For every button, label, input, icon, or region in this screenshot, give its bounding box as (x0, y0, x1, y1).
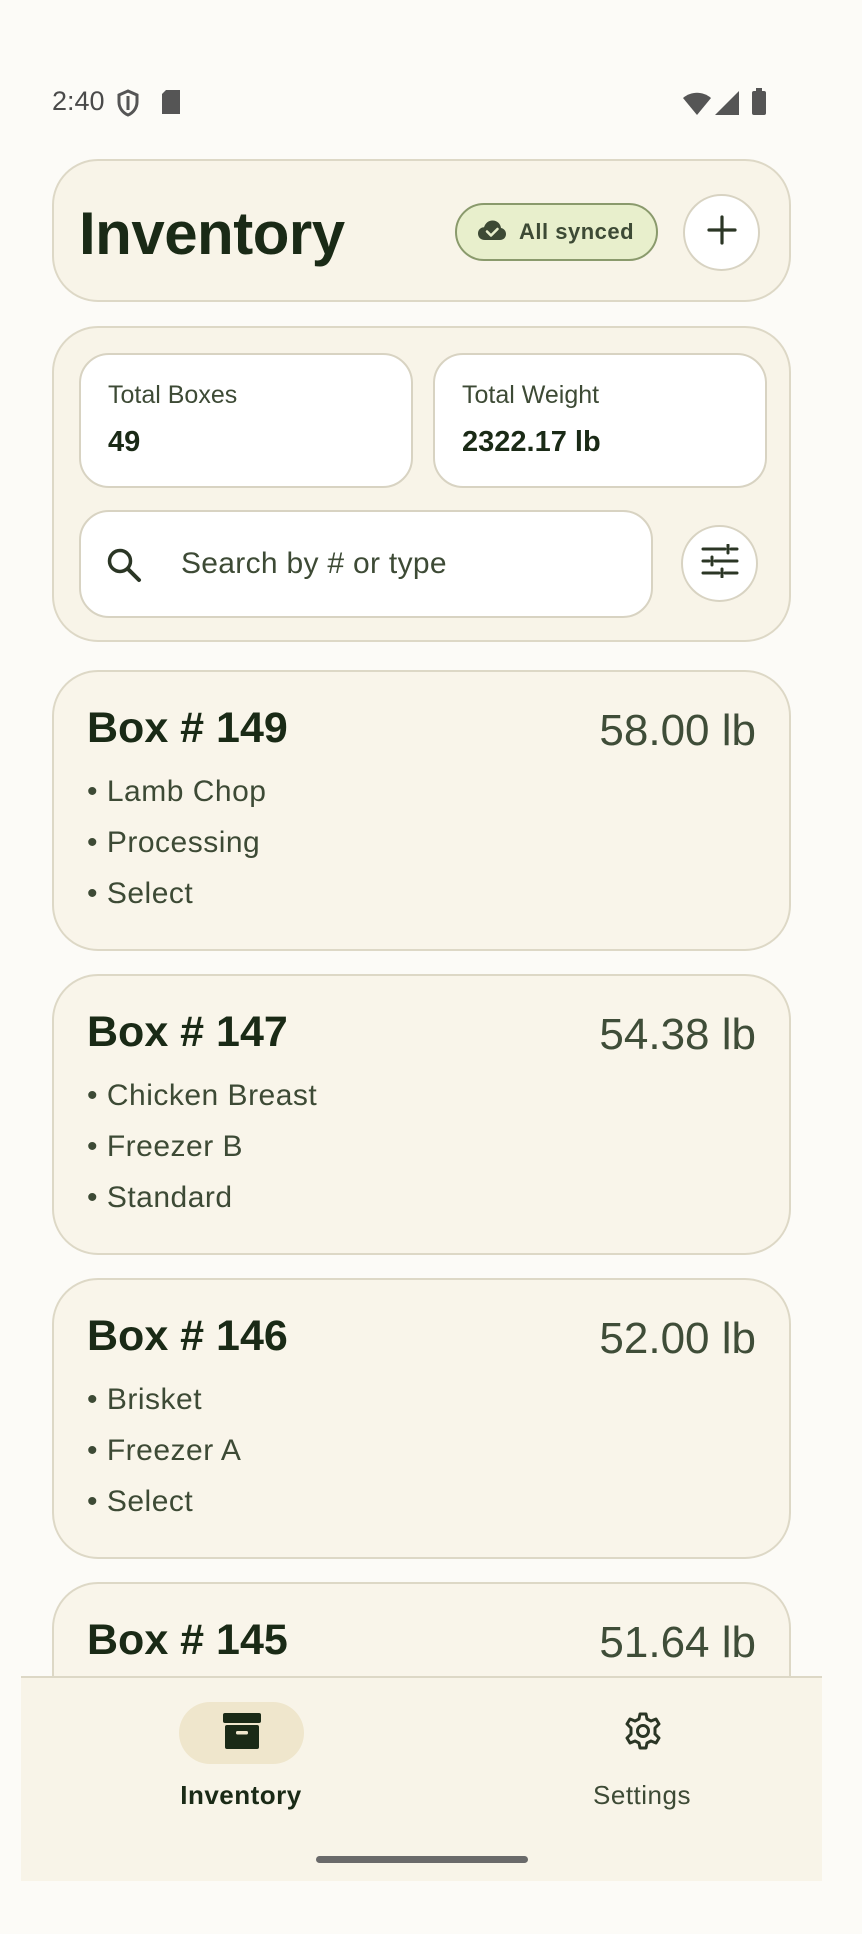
total-weight-stat: Total Weight 2322.17 lb (433, 353, 767, 488)
box-weight: 52.00 lb (599, 1314, 756, 1363)
sync-status-label: All synced (519, 219, 635, 244)
total-weight-value: 2322.17 lb (462, 426, 601, 458)
box-card[interactable]: Box # 147 54.38 lb • Chicken Breast • Fr… (52, 974, 791, 1255)
box-detail-item: • Freezer B (87, 1130, 244, 1163)
box-weight: 58.00 lb (599, 706, 756, 755)
box-detail-item: • Select (87, 877, 194, 910)
box-number: Box # 146 (87, 1312, 288, 1360)
box-number: Box # 145 (87, 1616, 288, 1664)
nav-icon-container (580, 1702, 705, 1764)
box-card[interactable]: Box # 145 51.64 lb (52, 1582, 791, 1677)
box-weight: 54.38 lb (599, 1010, 756, 1059)
nav-active-indicator (179, 1702, 304, 1764)
total-boxes-label: Total Boxes (108, 381, 238, 409)
tune-icon (701, 543, 739, 583)
page-title: Inventory (79, 200, 345, 267)
box-detail-item: • Processing (87, 826, 261, 859)
header-card: Inventory All synced (52, 159, 791, 302)
box-detail-item: • Freezer A (87, 1434, 242, 1467)
cloud-check-icon (477, 219, 507, 246)
sync-status-chip[interactable]: All synced (455, 203, 658, 261)
total-weight-label: Total Weight (462, 381, 600, 409)
plus-icon (706, 214, 738, 251)
box-details: • Lamb Chop • Processing • Select (87, 774, 266, 927)
search-input[interactable] (181, 512, 631, 616)
box-card[interactable]: Box # 146 52.00 lb • Brisket • Freezer A… (52, 1278, 791, 1559)
box-number: Box # 149 (87, 704, 288, 752)
add-box-button[interactable] (683, 194, 760, 271)
filter-button[interactable] (681, 525, 758, 602)
box-detail-item: • Brisket (87, 1383, 203, 1416)
box-card[interactable]: Box # 149 58.00 lb • Lamb Chop • Process… (52, 670, 791, 951)
summary-card: Total Boxes 49 Total Weight 2322.17 lb (52, 326, 791, 642)
box-weight: 51.64 lb (599, 1618, 756, 1667)
nav-item-settings[interactable]: Settings (542, 1702, 742, 1822)
nav-label-settings: Settings (593, 1780, 691, 1810)
home-indicator[interactable] (316, 1856, 528, 1863)
gear-icon (623, 1711, 663, 1756)
box-detail-item: • Select (87, 1485, 194, 1518)
box-detail-item: • Chicken Breast (87, 1079, 318, 1112)
total-boxes-value: 49 (108, 426, 141, 458)
bottom-navigation: Inventory Settings (21, 1676, 822, 1881)
box-details: • Chicken Breast • Freezer B • Standard (87, 1078, 317, 1231)
total-boxes-stat: Total Boxes 49 (79, 353, 413, 488)
box-details: • Brisket • Freezer A • Select (87, 1382, 241, 1535)
search-field[interactable] (79, 510, 653, 618)
box-detail-item: • Standard (87, 1181, 233, 1214)
box-number: Box # 147 (87, 1008, 288, 1056)
archive-box-icon (222, 1712, 262, 1755)
nav-label-inventory: Inventory (180, 1780, 302, 1810)
search-icon (105, 546, 145, 591)
nav-item-inventory[interactable]: Inventory (141, 1702, 341, 1822)
inventory-screen: 2:40 Box # 149 58.00 lb • Lamb Chop • Pr… (0, 0, 862, 1934)
box-detail-item: • Lamb Chop (87, 775, 267, 808)
